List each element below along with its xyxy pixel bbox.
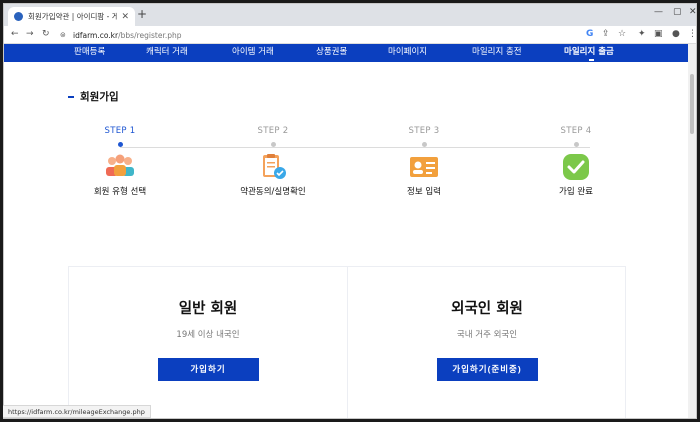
url-path: /bbs/register.php <box>118 30 182 40</box>
title-accent-bar <box>68 95 74 98</box>
minimize-icon[interactable]: — <box>654 7 663 17</box>
step-dot <box>270 142 276 147</box>
id-card-icon <box>407 153 441 181</box>
step-4: STEP 4 가입 완료 <box>526 126 626 197</box>
browser-toolbar: ← → ↻ ⊜ idfarm.co.kr/bbs/register.php G … <box>4 26 696 44</box>
close-window-icon[interactable]: ✕ <box>689 7 696 17</box>
step-dot <box>421 142 427 147</box>
step-label: STEP 3 <box>408 126 440 136</box>
address-bar[interactable]: ⊜ idfarm.co.kr/bbs/register.php <box>60 28 590 42</box>
step-1: STEP 1 회원 유형 선택 <box>70 126 170 197</box>
nav-item-mileage-withdraw[interactable]: 마일리지 출금 <box>564 45 614 57</box>
card-title: 외국인 회원 <box>451 301 523 317</box>
reload-icon[interactable]: ↻ <box>42 29 50 39</box>
step-dot <box>573 142 579 147</box>
profile-icon[interactable]: ● <box>672 29 680 39</box>
scrollbar-thumb[interactable] <box>690 74 694 134</box>
step-name: 회원 유형 선택 <box>93 187 147 197</box>
url-host: idfarm.co.kr <box>73 30 119 40</box>
nav-item-mypage[interactable]: 마이페이지 <box>388 45 427 57</box>
menu-icon[interactable]: ⋮ <box>688 29 696 39</box>
member-type-cards: 일반 회원 19세 이상 내국인 가입하기 외국인 회원 국내 거주 외국인 가… <box>69 267 626 418</box>
status-bar-url: https://idfarm.co.kr/mileageExchange.php <box>3 405 151 418</box>
step-name: 정보 입력 <box>407 187 441 197</box>
section-title-text: 회원가입 <box>80 91 119 103</box>
page-viewport: 판매등록 캐릭터 거래 아이템 거래 상품권몰 마이페이지 마일리지 충전 마일… <box>4 44 690 418</box>
card-title: 일반 회원 <box>178 301 238 317</box>
step-2: STEP 2 약관동의/실명확인 <box>223 126 323 197</box>
browser-tab[interactable]: 회원가입약관 | 아이디팜 - 게정 ✕ <box>8 7 135 26</box>
active-nav-indicator <box>589 59 594 61</box>
clipboard-check-icon <box>256 153 290 181</box>
nav-item-item-trade[interactable]: 아이템 거래 <box>232 45 274 57</box>
forward-icon[interactable]: → <box>26 29 34 39</box>
step-label: STEP 2 <box>257 126 289 136</box>
section-title: 회원가입 <box>68 89 119 104</box>
people-group-icon <box>103 153 137 181</box>
nav-item-mileage-charge[interactable]: 마일리지 충전 <box>472 45 522 57</box>
general-member-card: 일반 회원 19세 이상 내국인 가입하기 <box>69 267 347 418</box>
share-icon[interactable]: ⇪ <box>602 29 610 39</box>
google-icon[interactable]: G <box>586 29 593 39</box>
site-top-nav: 판매등록 캐릭터 거래 아이템 거래 상품권몰 마이페이지 마일리지 충전 마일… <box>4 44 690 62</box>
page-scrollbar[interactable] <box>688 44 696 418</box>
extensions-icon[interactable]: ✦ <box>638 29 646 39</box>
side-panel-icon[interactable]: ▣ <box>654 29 663 39</box>
maximize-icon[interactable]: ▢ <box>673 7 682 17</box>
site-favicon-icon <box>14 12 23 21</box>
general-signup-button[interactable]: 가입하기 <box>157 358 259 381</box>
step-3: STEP 3 정보 입력 <box>374 126 474 197</box>
tab-title: 회원가입약관 | 아이디팜 - 게정 <box>28 12 118 21</box>
nav-item-character-trade[interactable]: 캐릭터 거래 <box>146 45 188 57</box>
tab-strip: 회원가입약관 | 아이디팜 - 게정 ✕ + — ▢ ✕ <box>4 4 696 26</box>
browser-window: 회원가입약관 | 아이디팜 - 게정 ✕ + — ▢ ✕ ← → ↻ ⊜ idf… <box>3 3 697 419</box>
main-content: 회원가입 STEP 1 회원 유형 선택 STEP 2 약관동의/실명확인 ST… <box>4 62 690 418</box>
foreign-signup-button[interactable]: 가입하기(준비중) <box>436 358 538 381</box>
site-info-icon[interactable]: ⊜ <box>60 31 69 40</box>
step-name: 가입 완료 <box>559 187 593 197</box>
card-subtitle: 19세 이상 내국인 <box>176 330 240 340</box>
nav-item-giftcard-mall[interactable]: 상품권몰 <box>316 45 347 57</box>
nav-item-sell-register[interactable]: 판매등록 <box>74 45 105 57</box>
step-dot <box>117 142 123 147</box>
check-circle-icon <box>559 153 593 181</box>
step-progress-line <box>120 147 590 148</box>
step-label: STEP 4 <box>560 126 592 136</box>
step-name: 약관동의/실명확인 <box>240 187 306 197</box>
new-tab-icon[interactable]: + <box>137 7 147 21</box>
back-icon[interactable]: ← <box>11 29 19 39</box>
card-subtitle: 국내 거주 외국인 <box>456 330 518 340</box>
close-tab-icon[interactable]: ✕ <box>121 12 129 22</box>
foreign-member-card: 외국인 회원 국내 거주 외국인 가입하기(준비중) <box>348 267 626 418</box>
bookmark-star-icon[interactable]: ☆ <box>618 29 626 39</box>
step-label: STEP 1 <box>104 126 136 136</box>
